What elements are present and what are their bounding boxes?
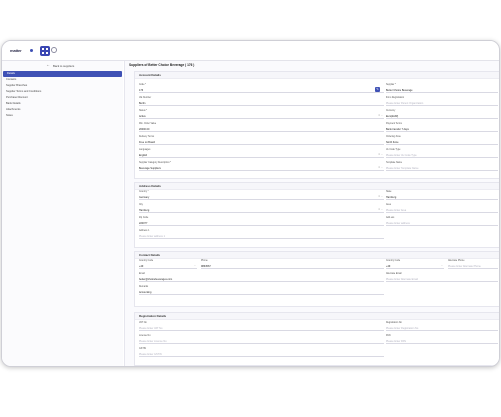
registration-details-card: Registration Details VAT No Please Enter… [134,312,499,366]
language-field[interactable]: Languages English ✕ ⌄ [139,149,384,158]
address2-input[interactable]: Please Enter address [386,221,498,226]
currency-field[interactable]: Currency Euro(EUR) [386,110,498,119]
delivery-terms-input[interactable]: Free on Board [139,140,384,145]
template-name-field[interactable]: Template Name Please Enter Template Name [386,162,498,171]
pan-field[interactable]: PAN Please Enter PAN [386,335,498,344]
arrow-left-icon: ← [46,62,50,67]
license-no-field[interactable]: License No Please Enter License No [139,335,384,344]
chevron-down-icon[interactable]: ⌄ [441,264,443,267]
address2-field[interactable]: Add ess Please Enter address [386,217,498,226]
state-field[interactable]: State Hamburg [386,191,498,200]
supplier-category-field[interactable]: Supplier Category Description * Beverage… [139,162,384,171]
address1-input[interactable]: Please Enter address 1 [139,234,384,239]
language-select[interactable]: English [139,153,384,158]
address1-field[interactable]: Address 1 Please Enter address 1 [139,230,384,239]
chevron-down-icon[interactable]: ✕ ⌄ [378,208,383,211]
alternate-email-field[interactable]: Alternate Email Please Enter Alternate E… [386,273,498,282]
chevron-down-icon[interactable]: ✕ ⌄ [378,153,383,156]
code-input[interactable]: 176 [139,88,384,93]
ibrno-input[interactable]: Please Enter Parent Organization [386,101,498,106]
section-title: Account Details [135,72,499,79]
sidebar: ← Back to suppliers Details Contacts Sup… [2,61,123,366]
back-label: Back to suppliers [53,64,75,68]
area-field[interactable]: Area Please Enter Area [386,204,498,213]
ve-code-type-field[interactable]: Ve Code Type Please Enter Ve Code Type [386,149,498,158]
email-field[interactable]: Email better@choicebeverages.com [139,273,384,282]
ordering-zone-input[interactable]: North Zone [386,140,498,145]
chevron-down-icon[interactable]: ✕ ⌄ [378,166,383,169]
country-field[interactable]: Country * Germany ✕ ⌄ [139,191,384,200]
section-title: Registration Details [135,313,499,320]
area-input[interactable]: Please Enter Area [386,208,498,213]
back-to-suppliers-link[interactable]: ← Back to suppliers [46,62,75,69]
country-code-2-field[interactable]: Country Code +49 ⌄ [386,260,444,269]
account-details-card: Account Details Code * 176 ✎ Supplier * … [134,71,499,179]
remarks-field[interactable]: Remarks Accounting [139,286,384,295]
country-code-field[interactable]: Country Code +49 ⌄ [139,260,197,269]
sidebar-menu: Details Contacts Supplier Branches Suppl… [2,71,123,119]
vat-no-input[interactable]: Please Enter VAT No [139,326,384,331]
edit-icon[interactable]: ✎ [375,87,380,92]
gstin-input[interactable]: Please Enter GSTIN [139,352,384,357]
zip-code-input[interactable]: 220077 [139,221,384,226]
chevron-down-icon[interactable]: ✕ ⌄ [378,195,383,198]
alternate-email-input[interactable]: Please Enter Alternate Email [386,277,498,282]
status-field[interactable]: Status * Active ✕ ⌄ [139,110,384,119]
zip-code-field[interactable]: Zip Code 220077 [139,217,384,226]
city-field[interactable]: City Hamburg ✕ ⌄ [139,204,384,213]
chevron-down-icon[interactable]: ✕ ⌄ [378,114,383,117]
page-title: Suppliers of Better Choice Beverage ( 17… [129,63,195,67]
logo-text: matter [10,48,22,53]
ve-code-type-input[interactable]: Please Enter Ve Code Type [386,153,498,158]
country-select[interactable]: Germany [139,195,384,200]
chevron-down-icon[interactable]: ⌄ [194,264,196,267]
app-window: matter ← Back to suppliers Details Conta… [1,40,500,367]
min-order-field[interactable]: Min. Order Value 20000.00 [139,123,384,132]
section-title: Address Details [135,183,499,190]
delivery-terms-field[interactable]: Delivery Terms Free on Board [139,136,384,145]
registration-no-field[interactable]: Registration No Please Enter Registratio… [386,322,498,331]
payment-terms-input[interactable]: Bank transfer 7 days [386,127,498,132]
supplier-category-select[interactable]: Beverage Suppliers [139,166,384,171]
vat-number-field[interactable]: Vat Number Berlin [139,97,384,106]
address-details-card: Address Details Country * Germany ✕ ⌄ St… [134,182,499,248]
sidebar-item-notes[interactable]: Notes [2,113,123,119]
contact-details-card: Contact Details Country Code +49 ⌄ Phone… [134,251,499,307]
currency-input[interactable]: Euro(EUR) [386,114,498,119]
home-icon[interactable] [51,47,57,53]
alternate-phone-field[interactable]: Alternate Phone Please Enter Alternate P… [448,260,498,269]
phone-input[interactable]: 9864567 [201,264,384,269]
vat-number-input[interactable]: Berlin [139,101,384,106]
email-input[interactable]: better@choicebeverages.com [139,277,384,282]
phone-field[interactable]: Phone 9864567 [201,260,384,269]
registration-no-input[interactable]: Please Enter Registration No [386,326,498,331]
pan-input[interactable]: Please Enter PAN [386,339,498,344]
state-input[interactable]: Hamburg [386,195,498,200]
gstin-field[interactable]: GSTIN Please Enter GSTIN [139,348,384,357]
payment-terms-field[interactable]: Payment Terms Bank transfer 7 days [386,123,498,132]
min-order-input[interactable]: 20000.00 [139,127,384,132]
template-name-input[interactable]: Please Enter Template Name [386,166,498,171]
alternate-phone-input[interactable]: Please Enter Alternate Phone [448,264,498,269]
status-select[interactable]: Active [139,114,384,119]
code-field[interactable]: Code * 176 [139,84,384,93]
remarks-input[interactable]: Accounting [139,290,384,295]
license-no-input[interactable]: Please Enter License No [139,339,384,344]
supplier-input[interactable]: Better Choice Beverage [386,88,498,93]
city-select[interactable]: Hamburg [139,208,384,213]
vat-no-field[interactable]: VAT No Please Enter VAT No [139,322,384,331]
section-title: Contact Details [135,252,499,259]
main-content: Suppliers of Better Choice Beverage ( 17… [124,61,499,366]
country-code-select[interactable]: +49 [139,264,197,269]
supplier-field[interactable]: Supplier * Better Choice Beverage [386,84,498,93]
logo: matter [10,48,34,55]
logo-mark [30,49,33,52]
ordering-zone-field[interactable]: Ordering Zone North Zone [386,136,498,145]
top-bar: matter [2,41,499,61]
apps-grid-icon[interactable] [40,46,50,56]
country-code-2-select[interactable]: +49 [386,264,444,269]
ibrno-field[interactable]: Ibrno Registration Please Enter Parent O… [386,97,498,106]
